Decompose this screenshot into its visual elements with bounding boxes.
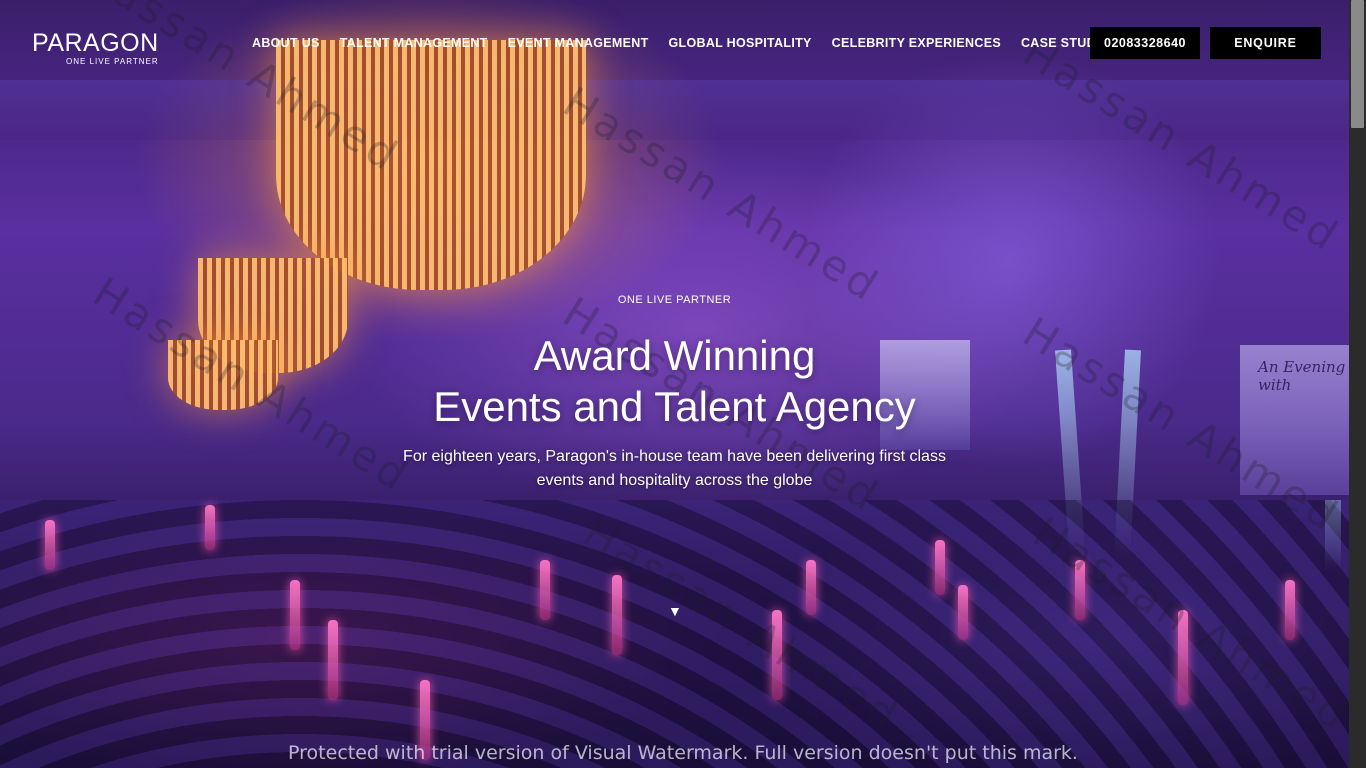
hero-headline-line1: Award Winning	[533, 332, 816, 379]
hero-subtext: For eighteen years, Paragon's in-house t…	[403, 448, 946, 489]
nav-global-hospitality[interactable]: GLOBAL HOSPITALITY	[669, 36, 812, 50]
brand-tagline: ONE LIVE PARTNER	[66, 57, 159, 66]
main-nav: ABOUT US TALENT MANAGEMENT EVENT MANAGEM…	[252, 36, 1137, 50]
nav-celebrity-experiences[interactable]: CELEBRITY EXPERIENCES	[832, 36, 1001, 50]
enquire-button[interactable]: ENQUIRE	[1210, 27, 1321, 59]
table-centerpiece	[806, 560, 816, 615]
phone-button[interactable]: 02083328640	[1090, 27, 1200, 59]
brand-logo[interactable]: PARAGON ONE LIVE PARTNER	[32, 30, 159, 66]
nav-talent-management[interactable]: TALENT MANAGEMENT	[340, 36, 488, 50]
scrollbar-thumb[interactable]	[1351, 0, 1364, 128]
table-centerpiece	[772, 610, 782, 700]
trial-watermark-notice: Protected with trial version of Visual W…	[288, 742, 1078, 764]
table-centerpiece	[935, 540, 945, 595]
brand-name: PARAGON	[32, 29, 159, 57]
hero-headline-line2: Events and Talent Agency	[433, 383, 916, 430]
table-centerpiece	[958, 585, 968, 640]
scroll-down-icon[interactable]: ▼	[668, 604, 682, 618]
table-centerpiece	[1178, 610, 1188, 705]
table-centerpiece	[290, 580, 300, 650]
chandelier-large	[276, 40, 586, 290]
table-centerpiece	[328, 620, 338, 700]
hero-eyebrow: ONE LIVE PARTNER	[617, 294, 732, 306]
hero-headline: Award Winning Events and Talent Agency	[0, 330, 1349, 432]
banquet-tables	[0, 500, 1349, 768]
table-centerpiece	[1075, 560, 1085, 620]
table-centerpiece	[612, 575, 622, 655]
table-centerpiece	[1285, 580, 1295, 640]
nav-event-management[interactable]: EVENT MANAGEMENT	[508, 36, 649, 50]
nav-about-us[interactable]: ABOUT US	[252, 36, 320, 50]
ceiling-band	[0, 80, 1349, 140]
table-centerpiece	[540, 560, 550, 620]
table-centerpiece	[45, 520, 55, 570]
table-centerpiece	[205, 505, 215, 550]
